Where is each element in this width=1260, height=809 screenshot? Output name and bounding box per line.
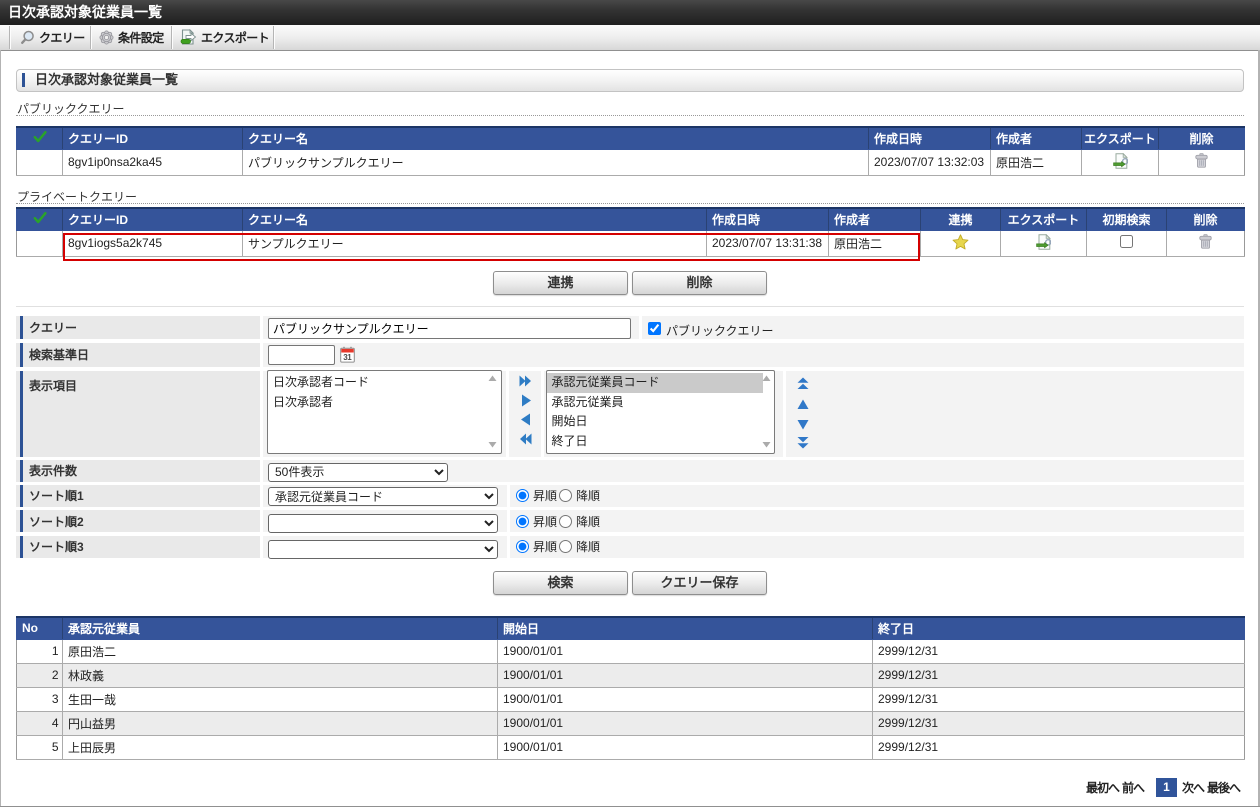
svg-text:31: 31 xyxy=(343,353,352,362)
